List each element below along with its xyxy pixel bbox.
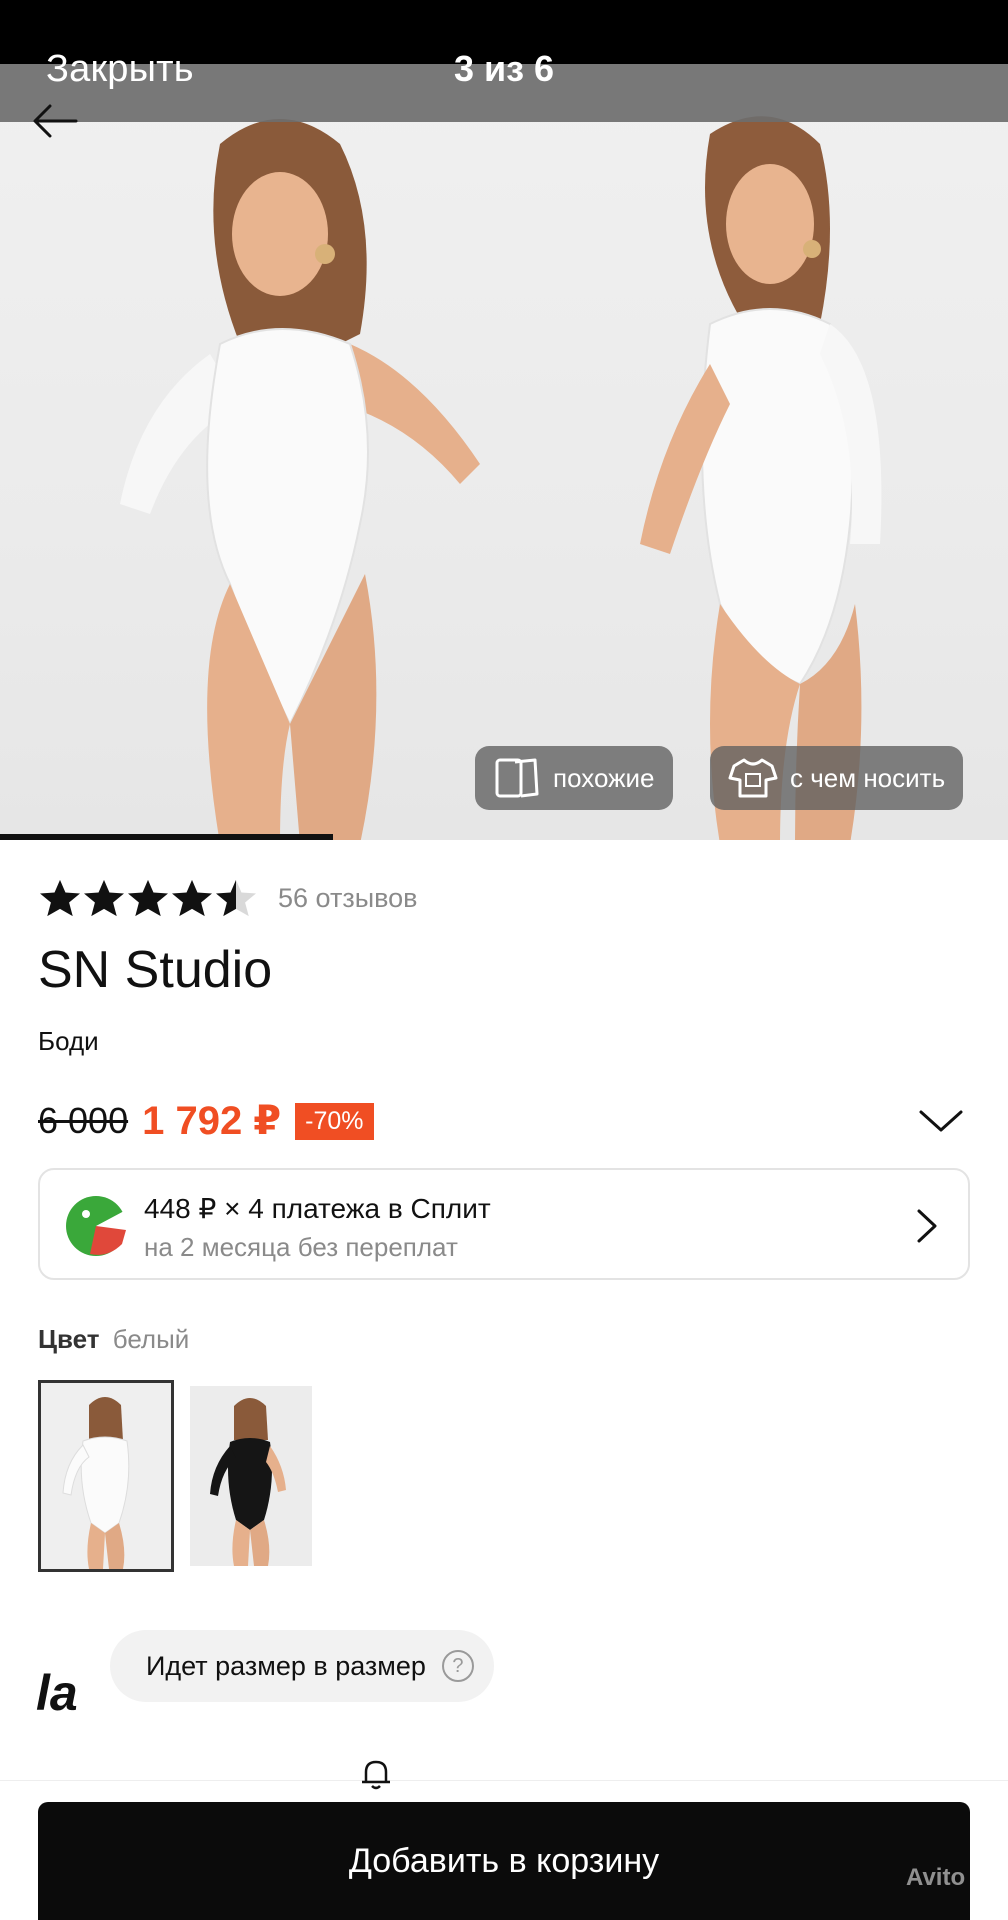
size-hint-bubble[interactable]: Идет размер в размер ? <box>110 1630 494 1702</box>
back-arrow-icon[interactable] <box>30 96 80 146</box>
split-title: 448 ₽ × 4 платежа в Сплит <box>144 1193 491 1224</box>
model-back-image <box>640 116 882 840</box>
brand-name[interactable]: SN Studio <box>38 940 272 1000</box>
product-photo[interactable]: похожие с чем носить <box>0 64 1008 840</box>
white-bodysuit-thumbnail <box>41 1383 171 1569</box>
size-brand-logo: la <box>36 1665 78 1721</box>
star-icon <box>216 879 256 917</box>
avito-watermark: Avito <box>906 1864 966 1891</box>
black-bodysuit-thumbnail <box>190 1386 312 1566</box>
star-icon <box>128 879 168 917</box>
reviews-count[interactable]: 56 отзывов <box>278 883 418 914</box>
rating-row[interactable]: 56 отзывов <box>38 878 418 918</box>
color-swatch-black[interactable] <box>190 1386 312 1566</box>
color-row: Цвет белый <box>38 1324 189 1355</box>
split-subtitle: на 2 месяца без переплат <box>144 1232 458 1262</box>
gallery-progress-fill <box>0 834 333 840</box>
image-counter: 3 из 6 <box>453 48 555 89</box>
old-price: 6 000 <box>38 1100 129 1141</box>
similar-label: похожие <box>553 762 655 793</box>
color-label: Цвет <box>38 1324 100 1354</box>
similar-button[interactable]: похожие <box>475 746 673 810</box>
cards-icon <box>495 758 539 798</box>
rating-stars <box>38 878 258 918</box>
current-price: 1 792 ₽ <box>142 1099 282 1143</box>
product-category: Боди <box>38 1026 99 1056</box>
bell-icon[interactable] <box>358 1756 394 1790</box>
add-to-cart-button[interactable]: Добавить в корзину <box>38 1802 970 1920</box>
tshirt-icon <box>728 758 778 798</box>
split-payment-card[interactable]: 448 ₽ × 4 платежа в Сплит на 2 месяца бе… <box>38 1168 970 1280</box>
model-front-image <box>120 119 480 840</box>
star-icon <box>40 879 80 917</box>
chevron-down-icon[interactable] <box>918 1108 964 1134</box>
wear-with-button[interactable]: с чем носить <box>710 746 964 810</box>
chevron-right-icon <box>917 1209 937 1243</box>
price-row: 6 000 1 792 ₽ -70% <box>38 1098 374 1144</box>
color-swatch-white[interactable] <box>38 1380 174 1572</box>
size-hint-text: Идет размер в размер <box>146 1650 426 1681</box>
help-icon[interactable]: ? <box>441 1650 474 1682</box>
gallery-progress <box>0 834 1008 840</box>
color-value: белый <box>112 1324 190 1354</box>
discount-badge: -70% <box>295 1102 374 1140</box>
split-logo-icon <box>66 1196 126 1256</box>
wear-with-label: с чем носить <box>790 762 946 793</box>
star-icon <box>84 879 124 917</box>
star-icon <box>172 879 212 917</box>
